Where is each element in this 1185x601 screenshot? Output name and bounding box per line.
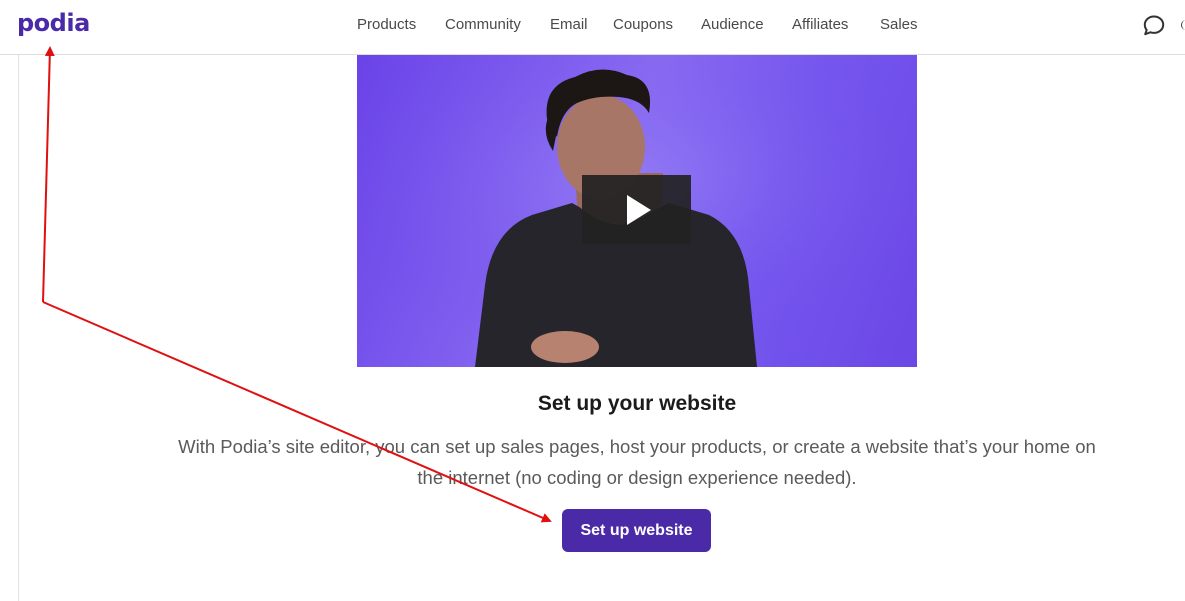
- section-title: Set up your website: [537, 392, 737, 415]
- page: podia Products Community Email Coupons A…: [0, 0, 1185, 601]
- chat-bubble-icon: [1143, 15, 1165, 36]
- nav-item-audience[interactable]: Audience: [701, 16, 764, 33]
- chat-button[interactable]: [1141, 13, 1167, 39]
- set-up-website-button[interactable]: Set up website: [562, 509, 711, 552]
- nav-item-sales[interactable]: Sales: [880, 16, 918, 33]
- play-button[interactable]: [582, 175, 691, 244]
- cropped-avatar[interactable]: [1181, 20, 1185, 30]
- nav-item-email[interactable]: Email: [550, 16, 588, 33]
- top-navigation-bar: podia Products Community Email Coupons A…: [0, 0, 1185, 55]
- nav-item-community[interactable]: Community: [445, 16, 521, 33]
- main-nav: Products Community Email Coupons Audienc…: [0, 0, 1185, 55]
- nav-item-coupons[interactable]: Coupons: [613, 16, 673, 33]
- nav-item-products[interactable]: Products: [357, 16, 416, 33]
- sidebar-divider: [18, 55, 19, 601]
- annotation-arrow-to-logo: [42, 46, 55, 303]
- section-description: With Podia’s site editor, you can set up…: [178, 436, 1096, 488]
- play-icon: [627, 195, 651, 225]
- nav-item-affiliates[interactable]: Affiliates: [792, 16, 848, 33]
- video-player[interactable]: [357, 55, 917, 367]
